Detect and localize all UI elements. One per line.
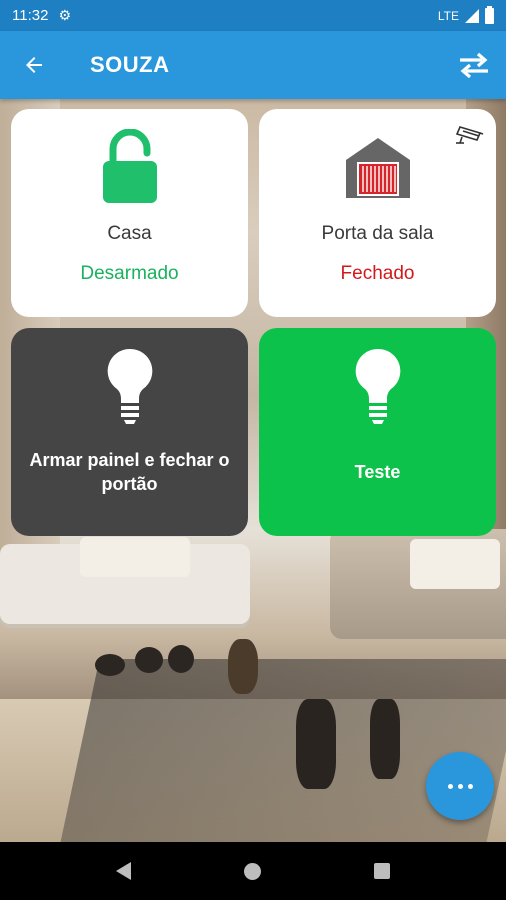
- garage-icon: [345, 138, 410, 198]
- device-grid: Casa Desarmado Porta da sala Fechado Arm…: [11, 109, 497, 536]
- status-bar: 11:32 ⚙ LTE: [0, 0, 506, 31]
- light-bulb-icon: [355, 348, 400, 424]
- light-bulb-icon: [107, 348, 152, 424]
- status-time: 11:32: [12, 7, 49, 24]
- network-type: LTE: [437, 8, 459, 23]
- more-horizontal-icon: [447, 783, 453, 789]
- more-options-button[interactable]: [426, 752, 494, 820]
- nav-home-icon[interactable]: [243, 862, 261, 880]
- device-icon: [344, 129, 412, 205]
- nav-back-icon[interactable]: [116, 862, 132, 880]
- background-cushion: [410, 539, 500, 589]
- background-sculpture: [296, 699, 336, 789]
- background-vase: [135, 647, 163, 673]
- background-cushion: [80, 537, 190, 577]
- device-icon: [101, 129, 159, 205]
- more-horizontal-icon: [467, 783, 473, 789]
- more-horizontal-icon: [457, 783, 463, 789]
- nav-recent-icon[interactable]: [373, 863, 390, 879]
- device-name: Porta da sala: [321, 223, 434, 244]
- unlocked-padlock-icon: [102, 129, 157, 203]
- app-bar: SOUZA: [0, 31, 506, 99]
- signal-icon: [465, 8, 479, 23]
- swap-arrows-icon: [460, 52, 488, 78]
- dashboard-content: Casa Desarmado Porta da sala Fechado Arm…: [0, 99, 506, 842]
- swap-button[interactable]: [442, 31, 506, 99]
- scene-label: Teste: [354, 462, 401, 482]
- device-card-casa[interactable]: Casa Desarmado: [11, 109, 248, 317]
- background-vase: [168, 645, 194, 673]
- back-button[interactable]: [0, 31, 68, 99]
- arrow-left-icon: [26, 57, 42, 73]
- scene-icon: [354, 346, 402, 426]
- gear-icon: ⚙: [58, 7, 71, 23]
- scene-label: Armar painel e fechar o portão: [29, 450, 230, 494]
- device-name: Casa: [107, 223, 152, 244]
- device-status: Fechado: [340, 263, 415, 284]
- scene-card-armar-painel[interactable]: Armar painel e fechar o portão: [11, 328, 248, 536]
- background-sculpture: [228, 639, 258, 694]
- security-camera-icon[interactable]: [454, 123, 484, 152]
- battery-icon: [485, 5, 494, 24]
- background-sculpture: [370, 699, 400, 779]
- device-status: Desarmado: [80, 263, 179, 284]
- background-vase: [95, 654, 125, 676]
- system-nav-bar: [0, 842, 506, 900]
- device-card-porta-da-sala[interactable]: Porta da sala Fechado: [259, 109, 496, 317]
- background-table: [60, 659, 506, 842]
- scene-card-teste[interactable]: Teste: [259, 328, 496, 536]
- scene-icon: [106, 346, 154, 426]
- page-title: SOUZA: [90, 52, 170, 77]
- status-right: LTE: [437, 5, 494, 24]
